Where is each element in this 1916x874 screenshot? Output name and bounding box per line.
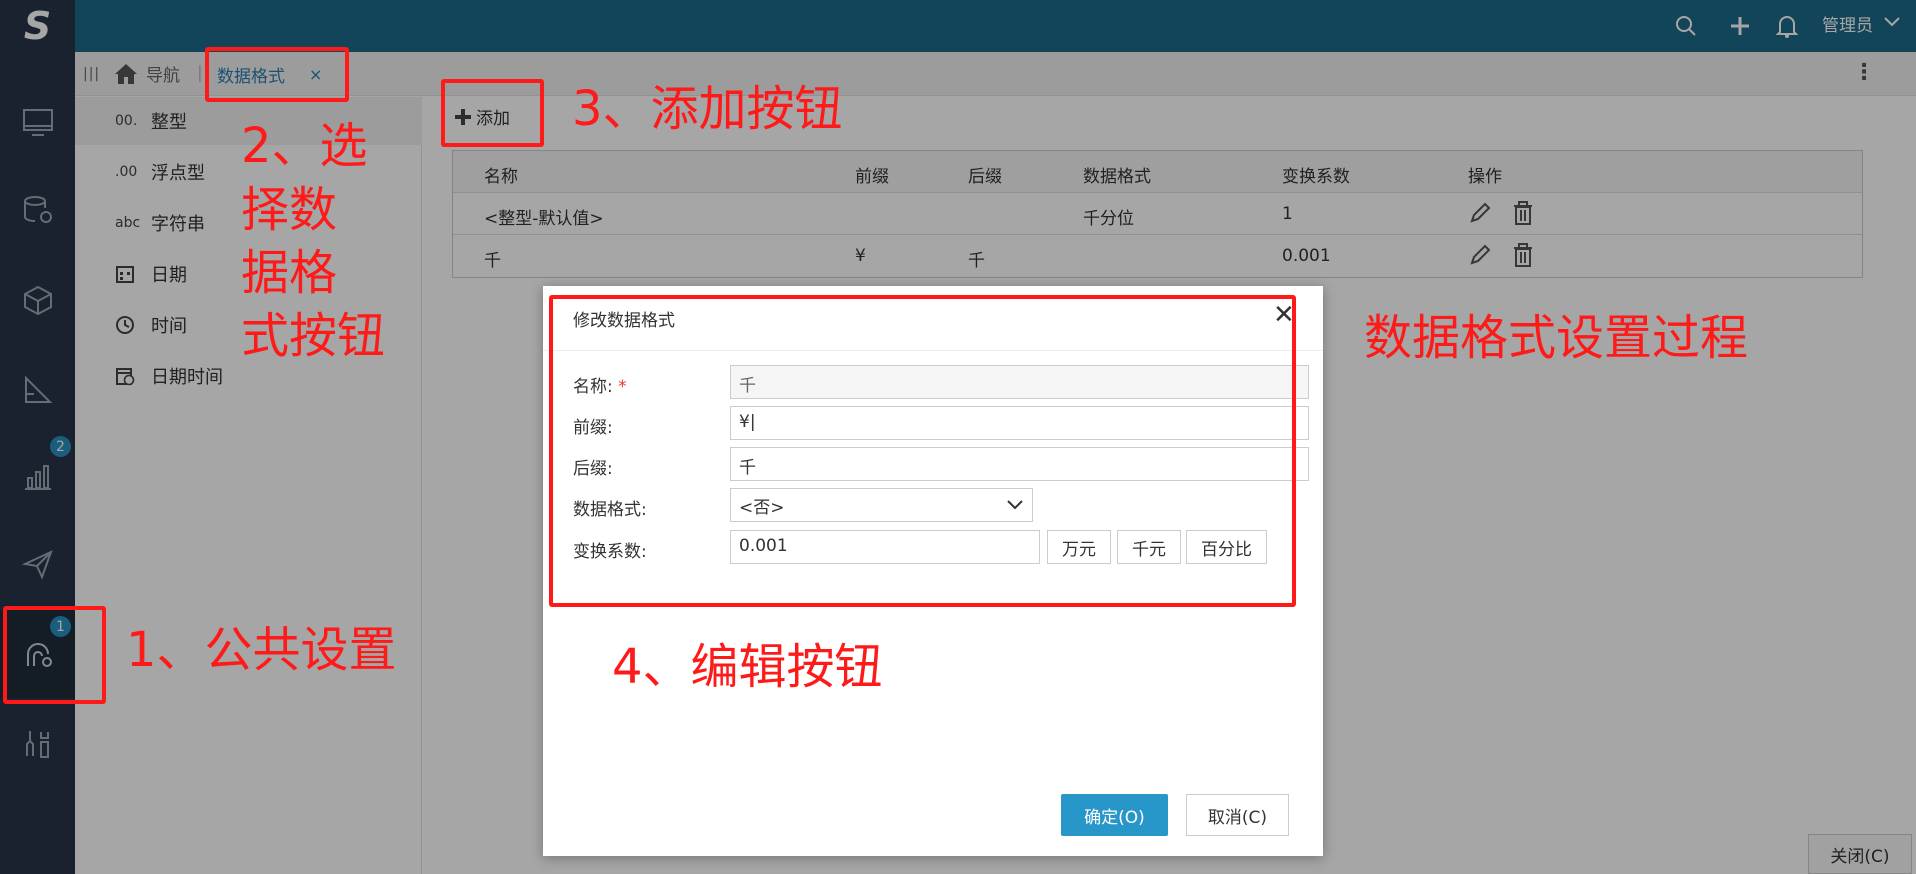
ok-button[interactable]: 确定(O) — [1061, 794, 1168, 836]
annotation-box-add-button — [441, 79, 544, 147]
annotation-step-2-line-4: 式按钮 — [241, 308, 386, 364]
annotation-step-2-line-2: 择数 — [241, 182, 338, 238]
cancel-button[interactable]: 取消(C) — [1186, 794, 1289, 836]
annotation-box-data-format-tab — [205, 47, 349, 102]
annotation-step-3: 3、添加按钮 — [572, 81, 843, 137]
annotation-step-2-line-1: 2、选 — [241, 118, 368, 174]
annotation-box-public-settings — [3, 606, 106, 704]
annotation-step-2-line-3: 据格 — [241, 245, 338, 301]
annotation-step-4: 4、编辑按钮 — [612, 639, 883, 695]
annotation-step-1: 1、公共设置 — [126, 622, 397, 678]
annotation-process-title: 数据格式设置过程 — [1364, 310, 1749, 366]
annotation-box-edit-dialog — [549, 295, 1296, 607]
